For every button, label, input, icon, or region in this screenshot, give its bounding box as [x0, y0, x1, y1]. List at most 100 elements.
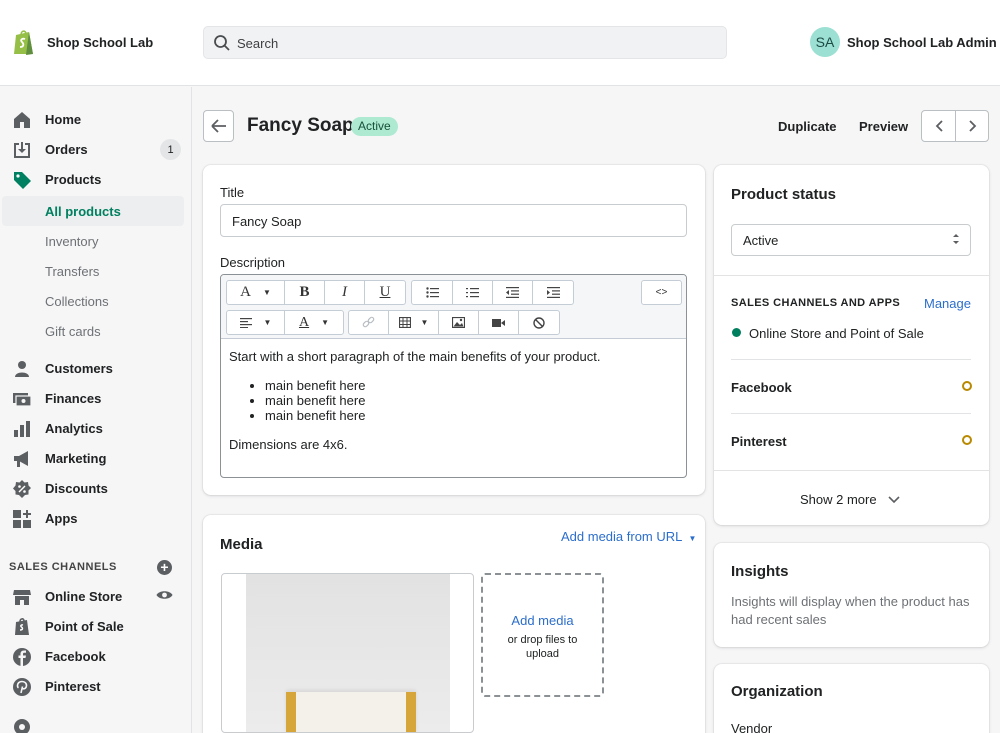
sidebar-item-settings-partial[interactable]: [0, 712, 190, 733]
insert-table-dropdown[interactable]: ▼: [389, 311, 439, 334]
sidebar-subitem-collections[interactable]: Collections: [2, 286, 184, 316]
person-icon: [15, 361, 29, 377]
status-badge: Active: [351, 117, 398, 136]
divider: [714, 470, 989, 471]
bar-chart-icon: [14, 421, 30, 437]
font-letter-icon: A: [240, 284, 251, 300]
search-bar[interactable]: Search: [203, 26, 727, 59]
text-color-dropdown[interactable]: A ▼: [285, 311, 343, 334]
sidebar-subitem-label: Inventory: [45, 234, 99, 249]
sidebar-item-marketing[interactable]: Marketing: [0, 444, 190, 474]
store-name[interactable]: Shop School Lab: [47, 35, 153, 50]
eye-icon[interactable]: [156, 589, 173, 601]
sidebar-item-analytics[interactable]: Analytics: [0, 414, 190, 444]
sidebar-subitem-gift-cards[interactable]: Gift cards: [2, 316, 184, 346]
chevron-down-icon: [888, 496, 900, 504]
status-select[interactable]: Active: [731, 224, 971, 256]
numbered-list-button[interactable]: [453, 281, 493, 304]
pending-status-ring-icon: [962, 381, 972, 391]
underline-icon: U: [379, 284, 391, 300]
top-bar: Shop School Lab Search SA Shop School La…: [0, 0, 1000, 86]
preview-button[interactable]: Preview: [859, 119, 908, 134]
channel-pinterest[interactable]: Pinterest: [731, 434, 787, 449]
previous-product-button[interactable]: [922, 111, 955, 141]
sidebar-item-finances[interactable]: Finances: [0, 384, 190, 414]
add-media-from-url-dropdown[interactable]: Add media from URL ▼: [561, 529, 696, 544]
table-icon: [398, 317, 411, 328]
sidebar-item-label: Customers: [45, 361, 113, 376]
sidebar-item-label: Products: [45, 172, 102, 187]
product-status-card: [714, 165, 989, 525]
vendor-label: Vendor: [731, 721, 773, 733]
shopify-logo-icon[interactable]: [12, 28, 36, 56]
bullet-list-button[interactable]: [412, 281, 453, 304]
bold-button[interactable]: B: [285, 281, 325, 304]
sidebar-item-apps[interactable]: Apps: [0, 504, 190, 534]
underline-button[interactable]: U: [365, 281, 405, 304]
select-arrows-icon: [953, 234, 959, 244]
sidebar-item-home[interactable]: Home: [0, 105, 190, 135]
sidebar-subitem-transfers[interactable]: Transfers: [2, 256, 184, 286]
description-content[interactable]: Start with a short paragraph of the main…: [229, 349, 600, 452]
title-input-value: Fancy Soap: [232, 214, 302, 229]
sidebar-item-products[interactable]: Products: [0, 165, 190, 195]
list-item: main benefit here: [265, 408, 600, 423]
avatar[interactable]: SA: [810, 27, 840, 57]
clear-formatting-button[interactable]: [519, 311, 559, 334]
sidebar-subitem-all-products[interactable]: All products: [2, 196, 184, 226]
insert-video-button[interactable]: [479, 311, 519, 334]
align-dropdown[interactable]: ▼: [227, 311, 285, 334]
title-input[interactable]: Fancy Soap: [220, 204, 687, 237]
next-product-button[interactable]: [956, 111, 989, 141]
channel-facebook[interactable]: Facebook: [731, 380, 792, 395]
pinterest-icon: [13, 678, 31, 696]
insert-group: ▼: [348, 310, 560, 335]
manage-channels-link[interactable]: Manage: [924, 296, 971, 311]
sidebar-item-pinterest[interactable]: Pinterest: [0, 672, 190, 702]
outdent-icon: [506, 287, 519, 298]
insert-image-button[interactable]: [439, 311, 479, 334]
sidebar-item-facebook[interactable]: Facebook: [0, 642, 190, 672]
description-label: Description: [220, 255, 286, 270]
home-icon: [14, 112, 30, 128]
code-icon: <>: [655, 287, 668, 298]
outdent-button[interactable]: [493, 281, 533, 304]
sidebar-subitem-inventory[interactable]: Inventory: [2, 226, 184, 256]
pos-icon: [15, 618, 29, 635]
show-more-channels-button[interactable]: Show 2 more: [800, 492, 900, 507]
sidebar-item-point-of-sale[interactable]: Point of Sale: [0, 612, 190, 642]
sidebar-item-discounts[interactable]: Discounts: [0, 474, 190, 504]
indent-button[interactable]: [533, 281, 573, 304]
back-button[interactable]: [203, 110, 234, 142]
admin-name[interactable]: Shop School Lab Admin: [847, 35, 997, 50]
channel-online-store-pos: Online Store and Point of Sale: [749, 326, 924, 341]
add-channel-plus-icon[interactable]: +: [157, 560, 172, 575]
sidebar-item-label: Pinterest: [45, 679, 101, 694]
description-editor[interactable]: A ▼ B I U <> ▼ A ▼ ▼ Start with a short …: [220, 274, 687, 478]
sidebar-item-label: Discounts: [45, 481, 108, 496]
clear-format-icon: [533, 316, 545, 329]
sidebar-subitem-label: All products: [45, 204, 121, 219]
product-image[interactable]: [221, 573, 474, 733]
source-group: <>: [641, 280, 682, 305]
media-title: Media: [220, 536, 263, 553]
sidebar-item-label: Finances: [45, 391, 102, 406]
duplicate-button[interactable]: Duplicate: [778, 119, 837, 134]
add-media-button[interactable]: Add media: [483, 613, 602, 628]
italic-button[interactable]: I: [325, 281, 365, 304]
italic-icon: I: [342, 284, 347, 300]
product-status-title: Product status: [731, 186, 837, 203]
font-style-dropdown[interactable]: A ▼: [227, 281, 285, 304]
sidebar-item-customers[interactable]: Customers: [0, 354, 190, 384]
chevron-right-icon: [968, 120, 976, 132]
insert-link-button[interactable]: [349, 311, 389, 334]
html-source-button[interactable]: <>: [642, 281, 681, 304]
media-dropzone[interactable]: Add media or drop files to upload: [481, 573, 604, 697]
orders-count-badge: 1: [160, 139, 181, 160]
image-icon: [452, 317, 465, 328]
link-icon: [362, 316, 375, 328]
list-item: main benefit here: [265, 393, 600, 408]
finances-icon: [13, 393, 32, 407]
sidebar-item-orders[interactable]: Orders 1: [0, 135, 190, 165]
caret-down-icon: ▼: [420, 318, 429, 327]
